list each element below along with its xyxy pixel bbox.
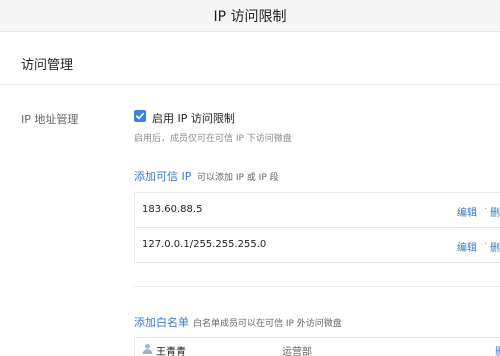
member-name: 王青青 [156,347,186,356]
add-trusted-ip-link[interactable]: 添加可信 IP [134,168,191,184]
edit-ip-button[interactable]: 编辑 [457,204,477,219]
trusted-ip-table: 183.60.88.5 编辑 · 删 127.0.0.1/255.255.255… [134,192,500,263]
whitelist-row: 王青青 运营部 删 [134,337,500,356]
enable-ip-restriction-label[interactable]: 启用 IP 访问限制 [152,110,235,126]
add-trusted-ip-hint: 可以添加 IP 或 IP 段 [197,173,279,183]
member-department: 运营部 [282,347,312,356]
action-separator: · [484,239,488,250]
delete-member-button[interactable]: 删 [495,343,500,356]
section-divider [134,286,500,287]
checkmark-icon [136,112,145,120]
delete-ip-button[interactable]: 删 [490,239,500,254]
section-header: 访问管理 [0,31,500,85]
add-whitelist-hint: 白名单成员可以在可信 IP 外访问微盘 [193,319,342,329]
user-icon [142,343,153,354]
section-title: 访问管理 [21,58,74,73]
title-bar: IP 访问限制 [0,0,500,32]
enable-ip-restriction-checkbox[interactable] [134,110,146,122]
page-title: IP 访问限制 [213,9,287,25]
trusted-ip-row: 183.60.88.5 编辑 · 删 [135,193,500,227]
action-separator: · [484,204,488,215]
ip-address: 183.60.88.5 [142,204,203,215]
add-whitelist-link[interactable]: 添加白名单 [134,314,189,330]
trusted-ip-row: 127.0.0.1/255.255.255.0 编辑 · 删 [135,227,500,262]
ip-restriction-hint: 启用后，成员仅可在可信 IP 下访问微盘 [134,134,292,144]
edit-ip-button[interactable]: 编辑 [457,239,477,254]
page: IP 访问限制 访问管理 IP 地址管理 启用 IP 访问限制 启用后，成员仅可… [0,0,500,356]
delete-ip-button[interactable]: 删 [490,204,500,219]
ip-management-label: IP 地址管理 [21,113,79,126]
ip-address: 127.0.0.1/255.255.255.0 [142,239,267,250]
